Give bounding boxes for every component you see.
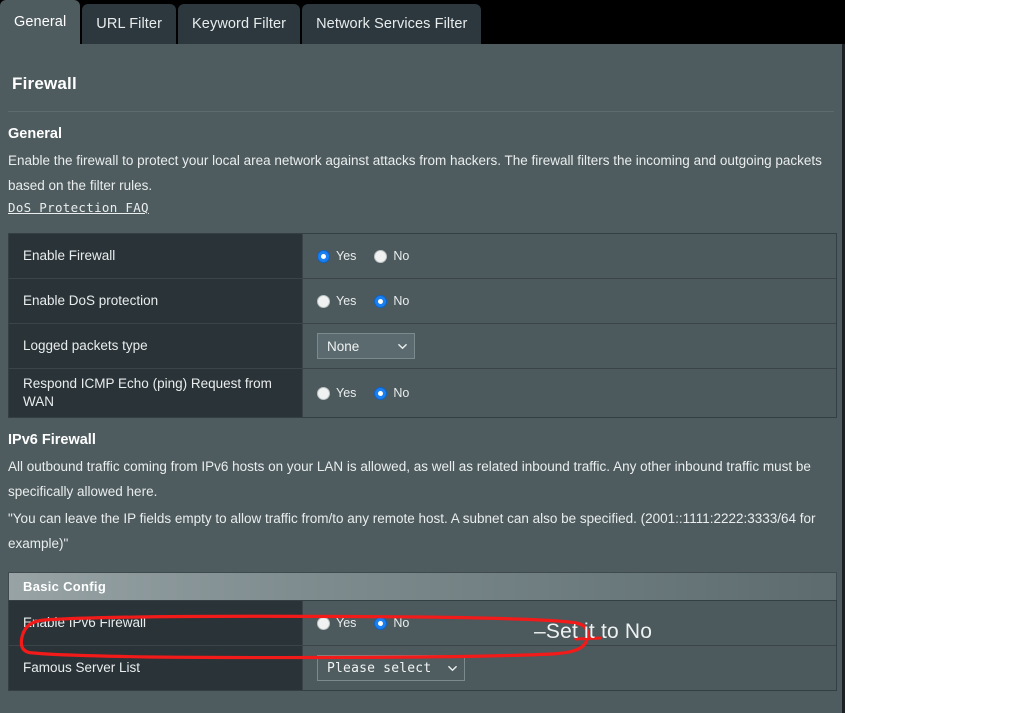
row-label: Enable IPv6 Firewall	[9, 601, 303, 645]
row-label: Enable DoS protection	[9, 279, 303, 323]
tab-network-services-filter[interactable]: Network Services Filter	[302, 4, 482, 44]
table-row: Enable IPv6 Firewall Yes No	[9, 601, 836, 646]
row-value: Yes No	[303, 234, 836, 278]
enable-ipv6-firewall-yes-option[interactable]: Yes	[317, 616, 356, 630]
enable-firewall-radio-group: Yes No	[317, 249, 427, 263]
radio-label: Yes	[336, 386, 357, 400]
basic-config-banner: Basic Config	[8, 572, 837, 600]
ipv6-description-2: "You can leave the IP fields empty to al…	[8, 511, 816, 551]
row-value: Yes No	[303, 279, 836, 323]
select-value: Please select	[327, 660, 432, 676]
tab-url-filter[interactable]: URL Filter	[82, 4, 177, 44]
chevron-down-icon	[448, 664, 457, 673]
radio-unselected-icon[interactable]	[374, 249, 388, 263]
general-description: Enable the firewall to protect your loca…	[8, 153, 822, 193]
table-row: Logged packets type None	[9, 324, 836, 369]
dos-protection-faq-link[interactable]: DoS Protection FAQ	[8, 200, 149, 215]
famous-server-list-select[interactable]: Please select	[317, 655, 465, 681]
enable-ipv6-firewall-no-option[interactable]: No	[374, 616, 409, 630]
tab-network-services-filter-label: Network Services Filter	[316, 16, 468, 32]
table-row: Enable Firewall Yes No	[9, 234, 836, 279]
tab-general-label: General	[14, 14, 67, 30]
radio-label: Yes	[336, 294, 357, 308]
radio-selected-icon[interactable]	[374, 294, 388, 308]
radio-unselected-icon[interactable]	[317, 616, 330, 630]
respond-icmp-no-option[interactable]: No	[374, 386, 409, 400]
radio-unselected-icon[interactable]	[317, 386, 330, 400]
enable-dos-protection-no-option[interactable]: No	[374, 294, 409, 308]
table-row: Respond ICMP Echo (ping) Request from WA…	[9, 369, 836, 417]
page-title: Firewall	[12, 74, 77, 93]
screenshot-root: General URL Filter Keyword Filter Networ…	[0, 0, 1024, 713]
enable-firewall-no-option[interactable]: No	[374, 249, 409, 263]
ipv6-settings-table: Enable IPv6 Firewall Yes No Famous Serve…	[8, 600, 837, 691]
tab-keyword-filter-label: Keyword Filter	[192, 16, 287, 32]
table-row: Enable DoS protection Yes No	[9, 279, 836, 324]
general-settings-table: Enable Firewall Yes No Enable DoS protec…	[8, 233, 837, 418]
radio-label: Yes	[336, 616, 357, 630]
row-label: Enable Firewall	[9, 234, 303, 278]
enable-dos-protection-yes-option[interactable]: Yes	[317, 294, 356, 308]
tab-keyword-filter[interactable]: Keyword Filter	[178, 4, 301, 44]
table-row: Famous Server List Please select	[9, 646, 836, 690]
tab-general[interactable]: General	[0, 0, 81, 44]
logged-packets-type-select[interactable]: None	[317, 333, 415, 359]
chevron-down-icon	[398, 342, 407, 351]
section-heading-ipv6-firewall: IPv6 Firewall	[8, 432, 96, 448]
row-value: None	[303, 324, 836, 368]
row-label: Famous Server List	[9, 646, 303, 690]
section-heading-general: General	[8, 126, 62, 142]
respond-icmp-yes-option[interactable]: Yes	[317, 386, 356, 400]
row-value: Yes No	[303, 601, 836, 645]
radio-selected-icon[interactable]	[374, 616, 388, 630]
enable-dos-protection-radio-group: Yes No	[317, 294, 427, 308]
radio-label: No	[393, 249, 410, 263]
radio-unselected-icon[interactable]	[317, 294, 330, 308]
radio-label: No	[393, 294, 410, 308]
content-panel: Firewall General Enable the firewall to …	[0, 44, 845, 713]
enable-ipv6-firewall-radio-group: Yes No	[317, 616, 427, 630]
enable-firewall-yes-option[interactable]: Yes	[317, 249, 356, 263]
radio-selected-icon[interactable]	[374, 386, 388, 400]
tab-bar: General URL Filter Keyword Filter Networ…	[0, 0, 845, 44]
row-label: Logged packets type	[9, 324, 303, 368]
ipv6-description-1: All outbound traffic coming from IPv6 ho…	[8, 459, 811, 499]
row-value: Please select	[303, 646, 836, 690]
radio-selected-icon[interactable]	[317, 249, 330, 263]
select-value: None	[327, 338, 360, 354]
radio-label: No	[393, 616, 410, 630]
respond-icmp-radio-group: Yes No	[317, 386, 427, 400]
radio-label: Yes	[336, 249, 357, 263]
tab-url-filter-label: URL Filter	[96, 16, 163, 32]
row-label: Respond ICMP Echo (ping) Request from WA…	[9, 369, 303, 417]
radio-label: No	[393, 386, 410, 400]
row-value: Yes No	[303, 369, 836, 417]
